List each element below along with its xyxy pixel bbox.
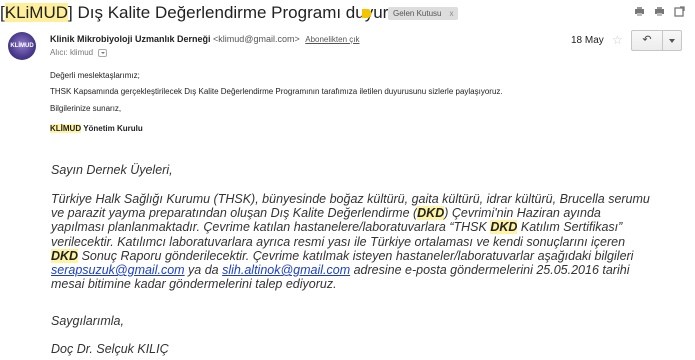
top-toolbar: [634, 6, 685, 17]
reply-button[interactable]: ↶: [631, 30, 663, 51]
letter-closing: Saygılarımla,: [51, 314, 124, 328]
reply-icon: ↶: [642, 34, 652, 46]
contact-email-link-1[interactable]: serapsuzuk@gmail.com: [51, 263, 185, 277]
sender-name[interactable]: Klinik Mikrobiyoloji Uzmanlık Derneği: [50, 34, 211, 44]
signature-tag: KLİMUD: [50, 124, 82, 133]
signature-text: Yönetim Kurulu: [81, 124, 143, 133]
dkd-highlight: DKD: [417, 206, 445, 221]
remove-label-button[interactable]: x: [449, 9, 453, 18]
recipient-name: klimud: [70, 48, 94, 57]
dkd-highlight: DKD: [51, 248, 79, 263]
email-subject: [KLiMUD] Dış Kalite Değerlendirme Progra…: [0, 3, 416, 22]
inbox-label-text: Gelen Kutusu: [393, 9, 442, 18]
sender-line: Klinik Mikrobiyoloji Uzmanlık Derneği <k…: [50, 34, 360, 44]
inbox-label-chip[interactable]: Gelen Kutusu x: [388, 7, 459, 20]
message-header: KLİMUD Klinik Mikrobiyoloji Uzmanlık Der…: [0, 30, 695, 62]
popout-icon[interactable]: [674, 6, 685, 17]
intro-line: THSK Kapsamında gerçekleştirilecek Dış K…: [50, 87, 503, 96]
dkd-highlight: DKD: [490, 220, 518, 235]
contact-email-link-2[interactable]: slih.altinok@gmail.com: [222, 263, 350, 277]
greeting: Değerli meslektaşlarımız;: [50, 71, 140, 80]
letter-salutation: Sayın Dernek Üyeleri,: [51, 163, 173, 177]
message-date: 18 May: [571, 35, 604, 46]
more-dropdown-icon[interactable]: [662, 30, 682, 51]
board-signature: KLİMUD Yönetim Kurulu: [50, 124, 143, 133]
star-icon[interactable]: ☆: [612, 33, 623, 47]
unsubscribe-link[interactable]: Abonelikten çık: [305, 35, 359, 44]
letter-signer: Doç Dr. Selçuk KILIÇ: [51, 342, 169, 356]
print-icon[interactable]: [634, 6, 645, 17]
sender-avatar[interactable]: KLİMUD: [8, 32, 36, 60]
recipient-line: Alıcı: klimud: [50, 48, 108, 57]
closing-line: Bilgilerinize sunarız,: [50, 104, 122, 113]
subject-bar: [KLiMUD] Dış Kalite Değerlendirme Progra…: [0, 0, 695, 30]
letter-body: Türkiye Halk Sağlığı Kurumu (THSK), büny…: [51, 192, 651, 291]
letter-text-4: Sonuç Raporu gönderilecektir. Çevrime ka…: [78, 248, 634, 263]
details-dropdown-icon[interactable]: [98, 48, 108, 57]
subject-tag: KLiMUD: [4, 3, 69, 22]
print-all-icon[interactable]: [654, 6, 665, 17]
recipient-prefix: Alıcı:: [50, 48, 68, 57]
sender-email: <klimud@gmail.com>: [213, 34, 300, 44]
letter-text-5: ya da: [184, 263, 223, 278]
